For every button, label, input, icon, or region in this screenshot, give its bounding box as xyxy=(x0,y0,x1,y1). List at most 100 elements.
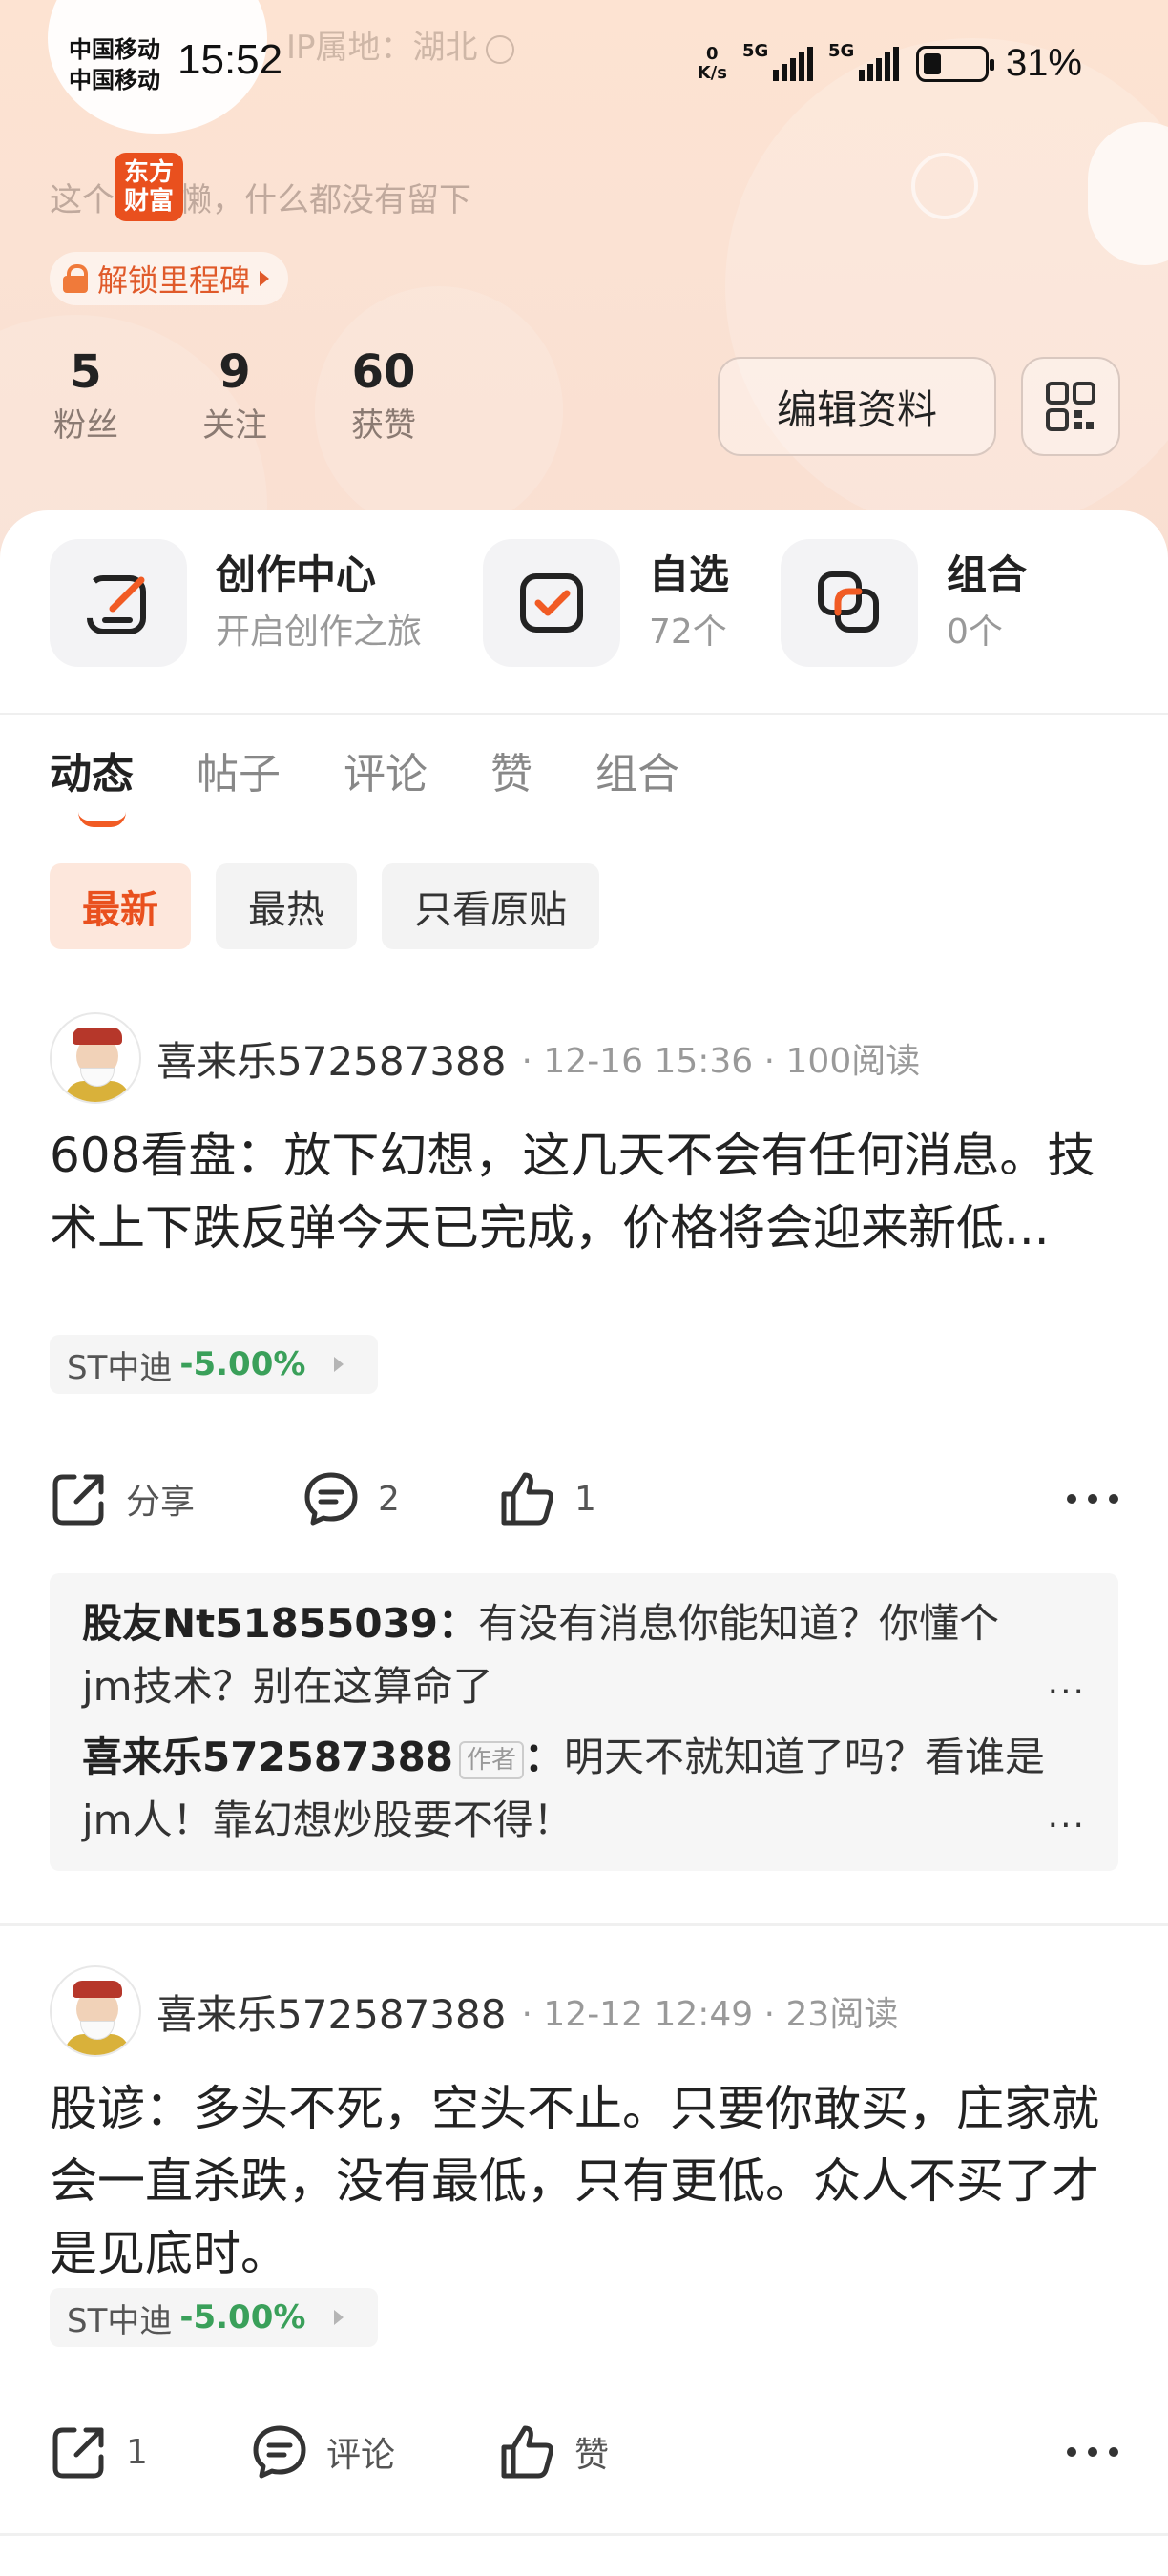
comment-user[interactable]: 喜来乐572587388 xyxy=(82,1734,453,1780)
battery-percent: 31% xyxy=(1005,42,1082,84)
author-name[interactable]: 喜来乐572587388 xyxy=(156,1983,507,2041)
comment-user[interactable]: 股友Nt51855039 xyxy=(82,1600,438,1647)
status-icons: 0 K/s 5G 5G 31% xyxy=(697,41,1082,85)
thumbs-up-icon xyxy=(501,2425,553,2479)
stat-label: 获赞 xyxy=(351,406,416,445)
filter-latest[interactable]: 最新 xyxy=(50,863,191,949)
author-avatar[interactable] xyxy=(50,1965,141,2057)
stat-fans[interactable]: 5 粉丝 xyxy=(11,345,160,448)
quick-link-title: 创作中心 xyxy=(216,551,377,598)
tab-portfolio[interactable]: 组合 xyxy=(595,739,679,816)
post-separator xyxy=(0,2533,1168,2536)
quick-link-subtitle: 0个 xyxy=(947,613,1003,652)
quick-link-watchlist[interactable]: 自选 72个 xyxy=(483,539,729,667)
comment-button[interactable]: 2 xyxy=(302,1469,400,1528)
tab-comments[interactable]: 评论 xyxy=(344,739,428,816)
comment-more: ... xyxy=(1047,1663,1086,1702)
quick-link-title: 组合 xyxy=(947,551,1028,598)
quick-link-title: 自选 xyxy=(649,551,730,598)
quick-link-subtitle: 开启创作之旅 xyxy=(216,613,423,652)
more-options-icon[interactable] xyxy=(1067,1494,1118,1504)
signal-icon: 5G xyxy=(742,41,813,81)
chevron-right-icon xyxy=(334,2310,344,2325)
quick-link-portfolio[interactable]: 组合 0个 xyxy=(781,539,1027,667)
comment-preview[interactable]: 股友Nt51855039：有没有消息你能知道？你懂个jm技术？别在这算命了 ..… xyxy=(50,1573,1118,1871)
post-meta: · 12-16 15:36 · 100阅读 xyxy=(521,1042,921,1081)
post-text[interactable]: 股谚：多头不死，空头不止。只要你敢买，庄家就会一直杀跌，没有最低，只有更低。众人… xyxy=(50,2072,1128,2290)
live-badge-icon[interactable] xyxy=(1088,122,1168,265)
author-avatar[interactable] xyxy=(50,1012,141,1104)
network-speed: 0 K/s xyxy=(697,44,727,83)
share-icon xyxy=(52,1474,104,1526)
clock: 15:52 xyxy=(177,36,283,83)
author-name[interactable]: 喜来乐572587388 xyxy=(156,1029,507,1088)
filter-hottest[interactable]: 最热 xyxy=(216,863,357,949)
stat-following[interactable]: 9 关注 xyxy=(160,345,309,448)
stock-name: ST中迪 xyxy=(67,1348,173,1387)
post-text[interactable]: 608看盘：放下幻想，这几天不会有任何消息。技术上下跌反弹今天已完成，价格将会迎… xyxy=(50,1119,1128,1264)
signal-2-label: 5G xyxy=(827,40,855,61)
share-button[interactable]: 1 xyxy=(50,2422,148,2482)
share-icon xyxy=(52,2427,104,2479)
network-speed-unit: K/s xyxy=(697,62,727,83)
like-count: 1 xyxy=(574,1479,596,1519)
comment-label: 评论 xyxy=(326,2436,396,2475)
chevron-right-icon xyxy=(334,1357,344,1372)
like-button[interactable]: 1 xyxy=(498,1469,596,1528)
stat-label: 粉丝 xyxy=(53,406,118,445)
stock-tag[interactable]: ST中迪 -5.00% xyxy=(50,1335,378,1394)
filter-original-only[interactable]: 只看原贴 xyxy=(382,863,599,949)
more-options-icon[interactable] xyxy=(1067,2447,1118,2457)
signal-1-label: 5G xyxy=(741,40,769,61)
comment-count: 2 xyxy=(378,1479,400,1519)
stock-change: -5.00% xyxy=(179,2298,306,2337)
thumbs-up-icon xyxy=(501,1472,553,1526)
stat-value: 60 xyxy=(351,345,416,399)
qr-code-button[interactable] xyxy=(1021,357,1120,456)
profile-content-card: 创作中心 开启创作之旅 自选 72个 组合 0个 动态 帖子 评论 赞 组合 最… xyxy=(0,510,1168,2576)
profile-bio: 这个人很懒，什么都没有留下 xyxy=(50,181,471,219)
post-header: 喜来乐572587388 · 12-12 12:49 · 23阅读 xyxy=(50,1965,898,2057)
status-bar: 中国移动 中国移动 15:52 IP属地：湖北 0 K/s 5G 5G 31% xyxy=(0,0,1168,134)
share-button[interactable]: 分享 xyxy=(50,1469,195,1528)
milestone-button[interactable]: 解锁里程碑 xyxy=(50,252,289,305)
post-separator xyxy=(0,1923,1168,1926)
post-header: 喜来乐572587388 · 12-16 15:36 · 100阅读 xyxy=(50,1012,920,1104)
play-arrow-icon xyxy=(260,271,270,286)
comment-button[interactable]: 评论 xyxy=(250,2422,395,2482)
search-icon[interactable] xyxy=(911,153,978,219)
tab-likes[interactable]: 赞 xyxy=(490,739,532,816)
author-badge: 作者 xyxy=(459,1740,525,1779)
app-logo: 东方 财富 xyxy=(115,153,183,221)
comment-more: ... xyxy=(1047,1797,1086,1836)
carrier-1: 中国移动 xyxy=(69,36,160,63)
logo-text-2: 财富 xyxy=(123,187,174,216)
info-icon[interactable] xyxy=(485,34,514,64)
checkbox-icon xyxy=(483,539,620,667)
edit-profile-button[interactable]: 编辑资料 xyxy=(718,357,996,456)
stat-likes[interactable]: 60 获赞 xyxy=(309,345,458,448)
profile-stats: 5 粉丝 9 关注 60 获赞 xyxy=(0,345,458,448)
stat-value: 9 xyxy=(219,345,251,399)
quick-links: 创作中心 开启创作之旅 自选 72个 组合 0个 xyxy=(0,539,1168,682)
stock-tag[interactable]: ST中迪 -5.00% xyxy=(50,2288,378,2347)
qr-code-icon xyxy=(1046,382,1095,431)
tab-posts[interactable]: 帖子 xyxy=(197,739,281,816)
tab-dynamics[interactable]: 动态 xyxy=(50,739,134,827)
comment-icon xyxy=(304,1472,358,1526)
comment-item[interactable]: 喜来乐572587388 作者 ：明天不就知道了吗？看谁是jm人！靠幻想炒股要不得！… xyxy=(82,1726,1086,1852)
stat-value: 5 xyxy=(70,345,102,399)
quick-link-creation-center[interactable]: 创作中心 开启创作之旅 xyxy=(50,539,422,667)
like-button[interactable]: 赞 xyxy=(498,2422,609,2482)
share-label: 分享 xyxy=(126,1483,196,1522)
pen-edit-icon xyxy=(50,539,187,667)
ip-location-text: IP属地：湖北 xyxy=(286,29,478,67)
post-item[interactable]: 喜来乐572587388 · 12-12 12:49 · 23阅读 股谚：多头不… xyxy=(0,1965,1168,2366)
post-item[interactable]: 喜来乐572587388 · 12-16 15:36 · 100阅读 608看盘… xyxy=(0,1012,1168,1451)
quick-link-subtitle: 72个 xyxy=(649,613,727,652)
comment-item[interactable]: 股友Nt51855039：有没有消息你能知道？你懂个jm技术？别在这算命了 ..… xyxy=(82,1592,1086,1718)
post-actions: 分享 2 1 xyxy=(50,1469,1128,1536)
stat-label: 关注 xyxy=(202,406,267,445)
signal-icon: 5G xyxy=(828,41,899,81)
post-meta: · 12-12 12:49 · 23阅读 xyxy=(521,1995,899,2034)
